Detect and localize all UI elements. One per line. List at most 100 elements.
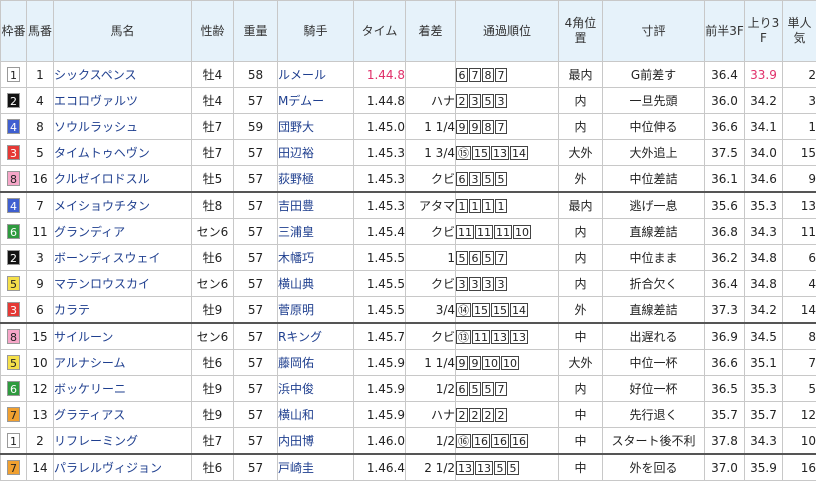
passing-box: 5	[495, 171, 507, 186]
sexage-cell: 牡9	[191, 401, 234, 428]
header-odds[interactable]: 単人気	[782, 0, 816, 62]
table-row[interactable]: 1 1 シックスペンス 牡4 58 ルメール 1.44.8 6 7 8 7 最内 G前差す 36.4 33.…	[0, 61, 816, 88]
passing-cell: ⑯ 16 16 16	[455, 427, 559, 455]
jockey-link[interactable]: 荻野極	[277, 165, 354, 193]
table-row[interactable]: 5 9 マテンロウスカイ セン6 57 横山典 1.45.5 クビ 3 3 3 3 内折合欠く 36.4 3…	[0, 270, 816, 297]
weight-cell: 57	[233, 349, 278, 376]
first3f-cell: 37.3	[704, 296, 745, 324]
horse-name-link[interactable]: アルナシーム	[53, 349, 192, 376]
jockey-link[interactable]: Rキング	[277, 322, 354, 350]
passing-box: 13	[475, 460, 493, 475]
horse-name-link[interactable]: サイルーン	[53, 322, 192, 350]
header-weight[interactable]: 重量	[233, 0, 278, 62]
jockey-link[interactable]: 木幡巧	[277, 244, 354, 271]
first3f-cell: 36.5	[704, 375, 745, 402]
jockey-link[interactable]: 浜中俊	[277, 375, 354, 402]
horse-name-link[interactable]: パラレルヴィジョン	[53, 453, 192, 481]
jockey-link[interactable]: 藤岡佑	[277, 349, 354, 376]
table-row[interactable]: 4 7 メイショウチタン 牡8 57 吉田豊 1.45.3 アタマ 1 1 1 1 最内 逃げ一息 35.6…	[0, 191, 816, 219]
jockey-link[interactable]: 横山和	[277, 401, 354, 428]
table-row[interactable]: 1 2 リフレーミング 牡7 57 内田博 1.46.0 1/2 ⑯ 16 16 16 中スタート後不利…	[0, 427, 816, 455]
jockey-link[interactable]: 横山典	[277, 270, 354, 297]
horse-name-link[interactable]: ボッケリーニ	[53, 375, 192, 402]
passing-box: 16	[510, 433, 528, 448]
jockey-link[interactable]: 吉田豊	[277, 191, 354, 219]
header-first3f[interactable]: 前半3F	[704, 0, 745, 62]
horse-name-link[interactable]: グランディア	[53, 218, 192, 245]
table-row[interactable]: 3 6 カラテ 牡9 57 菅原明 1.45.5 3/4 ⑭ 15 15 14 外直線差詰 37.3 34.…	[0, 296, 816, 324]
jockey-link[interactable]: 戸崎圭	[277, 453, 354, 481]
jockey-link[interactable]: 三浦皇	[277, 218, 354, 245]
jockey-link[interactable]: 菅原明	[277, 296, 354, 324]
passing-box: 2	[469, 407, 481, 422]
sexage-cell: セン6	[191, 218, 234, 245]
waku-badge: 5	[7, 276, 20, 291]
header-sexage[interactable]: 性齢	[191, 0, 234, 62]
header-margin: 着差	[405, 0, 456, 62]
horse-name-link[interactable]: シックスペンス	[53, 61, 192, 88]
corner4-cell: 中	[558, 322, 603, 350]
horse-name-link[interactable]: ボーンディスウェイ	[53, 244, 192, 271]
horse-name-link[interactable]: エコロヴァルツ	[53, 87, 192, 114]
first3f-cell: 37.5	[704, 139, 745, 166]
popularity-cell: 2	[782, 61, 816, 88]
horse-name-link[interactable]: リフレーミング	[53, 427, 192, 455]
time-cell: 1.45.5	[353, 296, 406, 324]
umaban-cell: 4	[26, 87, 54, 114]
passing-cell: ⑬ 11 13 13	[455, 322, 559, 350]
table-row[interactable]: 4 8 ソウルラッシュ 牡7 59 団野大 1.45.0 1 1/4 9 9 8 7 内中位伸る 36.6…	[0, 113, 816, 140]
passing-box: 5	[507, 460, 519, 475]
table-row[interactable]: 6 12 ボッケリーニ 牡9 57 浜中俊 1.45.9 1/2 6 5 5 7 内好位一杯 36.5 35…	[0, 375, 816, 402]
corner4-cell: 内	[558, 87, 603, 114]
horse-name-link[interactable]: メイショウチタン	[53, 191, 192, 219]
horse-name-link[interactable]: マテンロウスカイ	[53, 270, 192, 297]
last3f-cell: 35.9	[744, 453, 783, 481]
first3f-cell: 37.8	[704, 427, 745, 455]
table-row[interactable]: 7 13 グラティアス 牡9 57 横山和 1.45.9 ハナ 2 2 2 2 中先行退く 35.7 35.…	[0, 401, 816, 428]
header-jockey[interactable]: 騎手	[277, 0, 354, 62]
header-name[interactable]: 馬名	[53, 0, 192, 62]
passing-box: 6	[456, 381, 468, 396]
horse-name-link[interactable]: ソウルラッシュ	[53, 113, 192, 140]
passing-cell: 6355	[455, 165, 559, 193]
margin-cell: 3/4	[405, 296, 456, 324]
table-row[interactable]: 2 4 エコロヴァルツ 牡4 57 Mデムー 1.44.8 ハナ 2 3 5 3 内一旦先頭 36.0 34…	[0, 87, 816, 114]
weight-cell: 57	[233, 87, 278, 114]
table-row[interactable]: 3 5 タイムトゥヘヴン 牡7 57 田辺裕 1.45.3 1 3/4 ⑮ 15 13 14 大外 大外追…	[0, 139, 816, 166]
table-row[interactable]: 2 3 ボーンディスウェイ 牡6 57 木幡巧 1.45.5 1 5 6 5 7 内中位まま 36.2 34…	[0, 244, 816, 271]
comment-cell: 中位差詰	[602, 165, 705, 193]
last3f-cell: 34.8	[744, 244, 783, 271]
horse-name-link[interactable]: グラティアス	[53, 401, 192, 428]
horse-name-link[interactable]: カラテ	[53, 296, 192, 324]
passing-box: 6	[469, 250, 481, 265]
sexage-cell: 牡4	[191, 61, 234, 88]
jockey-link[interactable]: ルメール	[277, 61, 354, 88]
time-cell: 1.44.8	[353, 87, 406, 114]
corner4-cell: 最内	[558, 191, 603, 219]
header-last3f[interactable]: 上り3F	[744, 0, 783, 62]
header-time[interactable]: タイム	[353, 0, 406, 62]
corner4-cell: 最内	[558, 61, 603, 88]
table-row[interactable]: 6 11 グランディア セン6 57 三浦皇 1.45.4 クビ 11 11 11 10 内直線差詰 36…	[0, 218, 816, 245]
corner4-cell: 中	[558, 453, 603, 481]
umaban-cell: 5	[26, 139, 54, 166]
passing-box: 1	[456, 198, 468, 213]
table-row[interactable]: 5 10 アルナシーム 牡6 57 藤岡佑 1.45.9 1 1/4 9 9 10 10 大外 中位一杯 3…	[0, 349, 816, 376]
passing-box: 2	[456, 93, 468, 108]
jockey-link[interactable]: 団野大	[277, 113, 354, 140]
horse-name-link[interactable]: タイムトゥヘヴン	[53, 139, 192, 166]
passing-box: 10	[513, 224, 531, 239]
passing-box: 7	[495, 250, 507, 265]
table-row[interactable]: 8 16 クルゼイロドスル 牡5 57 荻野極 1.45.3 クビ 6 3 5 5 外中位差詰 36.1 3…	[0, 165, 816, 193]
comment-cell: 一旦先頭	[602, 87, 705, 114]
jockey-link[interactable]: Mデムー	[277, 87, 354, 114]
jockey-link[interactable]: 内田博	[277, 427, 354, 455]
comment-cell: 出遅れる	[602, 322, 705, 350]
table-row[interactable]: 8 15 サイルーン セン6 57 Rキング 1.45.7 クビ ⑬ 11 13 13 中出遅れる 36.…	[0, 322, 816, 350]
comment-cell: 好位一杯	[602, 375, 705, 402]
passing-box: 9	[469, 119, 481, 134]
horse-name-link[interactable]: クルゼイロドスル	[53, 165, 192, 193]
table-row[interactable]: 7 14 パラレルヴィジョン 牡6 57 戸崎圭 1.46.4 2 1/2 13 13 5 5 中外を回…	[0, 453, 816, 481]
passing-cell: 13 13 5 5	[455, 453, 559, 481]
jockey-link[interactable]: 田辺裕	[277, 139, 354, 166]
